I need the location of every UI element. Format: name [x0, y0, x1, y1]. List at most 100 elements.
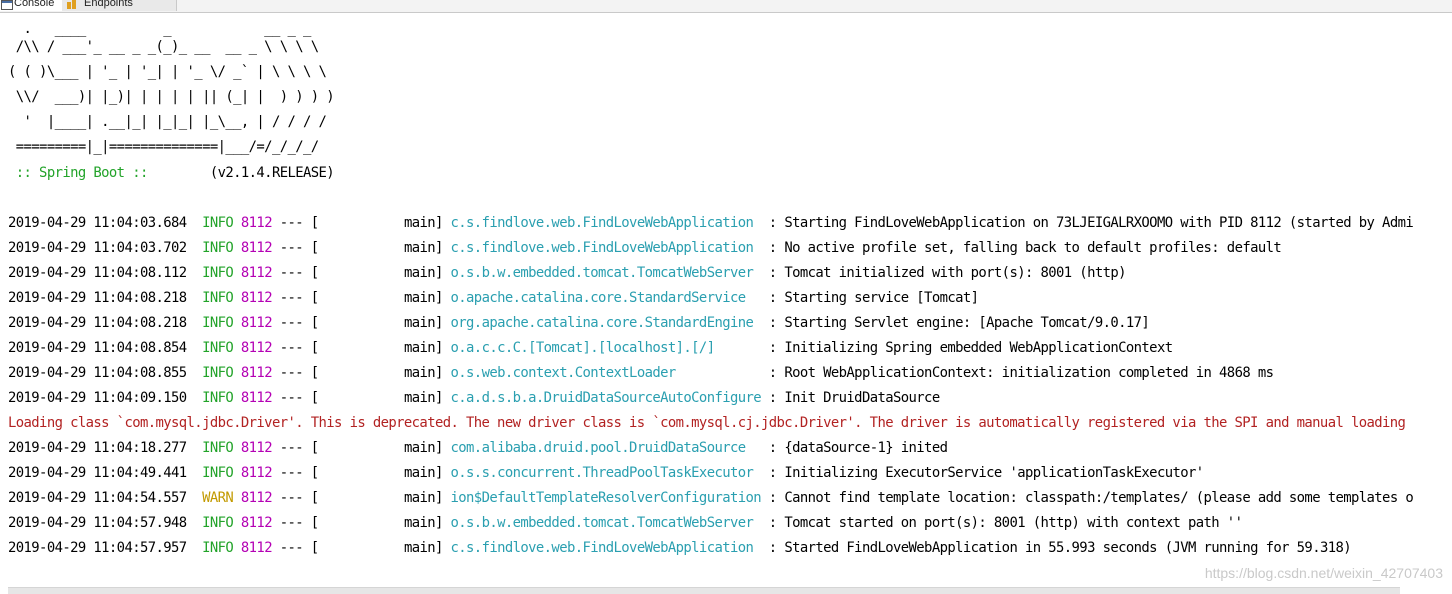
log-level: WARN — [202, 490, 234, 506]
log-timestamp: 2019-04-29 11:04:08.218 — [8, 290, 187, 306]
log-pid: 8112 — [240, 390, 273, 406]
log-timestamp: 2019-04-29 11:04:08.218 — [8, 315, 187, 331]
log-pid: 8112 — [240, 315, 273, 331]
log-logger: com.alibaba.druid.pool.DruidDataSource — [450, 440, 762, 456]
log-level: INFO — [202, 290, 234, 306]
log-pid: 8112 — [240, 465, 273, 481]
log-line: 2019-04-29 11:04:03.702 INFO 8112 --- [ … — [8, 236, 1282, 261]
log-logger: o.s.b.w.embedded.tomcat.TomcatWebServer — [450, 515, 762, 531]
log-line: 2019-04-29 11:04:09.150 INFO 8112 --- [ … — [8, 386, 940, 411]
log-message: : Init DruidDataSource — [761, 390, 940, 406]
banner-line: /\\ / ___'_ __ _ _(_)_ __ __ _ \ \ \ \ — [8, 39, 319, 55]
log-message: : No active profile set, falling back to… — [761, 240, 1282, 256]
log-thread: --- [ main] — [271, 365, 451, 381]
log-level: INFO — [202, 340, 234, 356]
log-message: : Starting service [Tomcat] — [761, 290, 979, 306]
view-tab-bar: Console Endpoints — [0, 0, 1452, 13]
log-message: : Started FindLoveWebApplication in 55.9… — [761, 540, 1352, 556]
log-logger: c.s.findlove.web.FindLoveWebApplication — [450, 540, 762, 556]
log-message: : Root WebApplicationContext: initializa… — [761, 365, 1274, 381]
log-message: : Tomcat initialized with port(s): 8001 … — [761, 265, 1127, 281]
log-pid: 8112 — [240, 340, 273, 356]
log-level: INFO — [202, 465, 234, 481]
log-pid: 8112 — [240, 440, 273, 456]
watermark: https://blog.csdn.net/weixin_42707403 — [1204, 565, 1443, 581]
tab-endpoints[interactable]: Endpoints — [62, 0, 177, 11]
banner-line: ' |____| .__|_| |_|_| |_\__, | / / / / — [8, 114, 327, 130]
deprecation-warning-line: Loading class `com.mysql.jdbc.Driver'. T… — [8, 415, 1406, 431]
log-logger: o.apache.catalina.core.StandardService — [450, 290, 762, 306]
log-line: 2019-04-29 11:04:18.277 INFO 8112 --- [ … — [8, 436, 948, 461]
log-pid: 8112 — [240, 290, 273, 306]
log-thread: --- [ main] — [271, 240, 451, 256]
log-line: 2019-04-29 11:04:08.112 INFO 8112 --- [ … — [8, 261, 1126, 286]
banner-line: \\/ ___)| |_)| | | | | || (_| | ) ) ) ) — [8, 89, 335, 105]
log-message: : Initializing Spring embedded WebApplic… — [761, 340, 1173, 356]
log-logger: c.a.d.s.b.a.DruidDataSourceAutoConfigure — [450, 390, 762, 406]
log-level: INFO — [202, 240, 234, 256]
log-level: INFO — [202, 515, 234, 531]
log-timestamp: 2019-04-29 11:04:09.150 — [8, 390, 187, 406]
log-thread: --- [ main] — [271, 540, 451, 556]
spring-boot-version-line: :: Spring Boot :: (v2.1.4.RELEASE) — [8, 161, 335, 186]
log-message: : Cannot find template location: classpa… — [761, 490, 1414, 506]
log-line: 2019-04-29 11:04:57.948 INFO 8112 --- [ … — [8, 511, 1243, 536]
log-message: : {dataSource-1} inited — [761, 440, 948, 456]
log-thread: --- [ main] — [271, 390, 451, 406]
log-timestamp: 2019-04-29 11:04:08.854 — [8, 340, 187, 356]
log-line: 2019-04-29 11:04:54.557 WARN 8112 --- [ … — [8, 486, 1414, 511]
log-timestamp: 2019-04-29 11:04:03.702 — [8, 240, 187, 256]
log-logger: org.apache.catalina.core.StandardEngine — [450, 315, 762, 331]
log-pid: 8112 — [240, 265, 273, 281]
log-timestamp: 2019-04-29 11:04:08.855 — [8, 365, 187, 381]
log-thread: --- [ main] — [271, 515, 451, 531]
log-thread: --- [ main] — [271, 215, 451, 231]
log-level: INFO — [202, 265, 234, 281]
log-logger: o.s.b.w.embedded.tomcat.TomcatWebServer — [450, 265, 762, 281]
console-output[interactable]: . ____ _ __ _ _ /\\ / ___'_ __ _ _(_)_ _… — [0, 14, 1452, 590]
log-thread: --- [ main] — [271, 340, 451, 356]
log-timestamp: 2019-04-29 11:04:57.957 — [8, 540, 187, 556]
log-logger: c.s.findlove.web.FindLoveWebApplication — [450, 215, 762, 231]
log-thread: --- [ main] — [271, 315, 451, 331]
log-line: 2019-04-29 11:04:03.684 INFO 8112 --- [ … — [8, 211, 1414, 236]
log-pid: 8112 — [240, 365, 273, 381]
log-line: 2019-04-29 11:04:49.441 INFO 8112 --- [ … — [8, 461, 1204, 486]
log-logger: o.a.c.c.C.[Tomcat].[localhost].[/] — [450, 340, 762, 356]
log-timestamp: 2019-04-29 11:04:08.112 — [8, 265, 187, 281]
log-thread: --- [ main] — [271, 490, 451, 506]
log-pid: 8112 — [240, 540, 273, 556]
log-thread: --- [ main] — [271, 440, 451, 456]
log-timestamp: 2019-04-29 11:04:49.441 — [8, 465, 187, 481]
log-timestamp: 2019-04-29 11:04:54.557 — [8, 490, 187, 506]
log-message: : Starting Servlet engine: [Apache Tomca… — [761, 315, 1150, 331]
log-level: INFO — [202, 540, 234, 556]
log-line: 2019-04-29 11:04:57.957 INFO 8112 --- [ … — [8, 536, 1352, 561]
log-thread: --- [ main] — [271, 465, 451, 481]
log-timestamp: 2019-04-29 11:04:18.277 — [8, 440, 187, 456]
banner-line: ( ( )\___ | '_ | '_| | '_ \/ _` | \ \ \ … — [8, 64, 327, 80]
log-level: INFO — [202, 365, 234, 381]
log-message: : Starting FindLoveWebApplication on 73L… — [761, 215, 1414, 231]
log-thread: --- [ main] — [271, 290, 451, 306]
log-logger: o.s.web.context.ContextLoader — [450, 365, 762, 381]
log-timestamp: 2019-04-29 11:04:57.948 — [8, 515, 187, 531]
console-icon — [1, 0, 13, 10]
log-level: INFO — [202, 315, 234, 331]
log-logger: ion$DefaultTemplateResolverConfiguration — [450, 490, 762, 506]
tab-endpoints-label: Endpoints — [84, 0, 133, 9]
log-thread: --- [ main] — [271, 265, 451, 281]
tab-console-label: Console — [14, 0, 55, 9]
log-line: 2019-04-29 11:04:08.218 INFO 8112 --- [ … — [8, 311, 1150, 336]
log-timestamp: 2019-04-29 11:04:03.684 — [8, 215, 187, 231]
log-pid: 8112 — [240, 490, 273, 506]
log-message: : Initializing ExecutorService 'applicat… — [761, 465, 1204, 481]
log-pid: 8112 — [240, 215, 273, 231]
endpoints-icon — [66, 0, 78, 9]
log-pid: 8112 — [240, 240, 273, 256]
log-level: INFO — [202, 440, 234, 456]
banner-line: =========|_|==============|___/=/_/_/_/ — [8, 139, 319, 155]
log-line: 2019-04-29 11:04:08.218 INFO 8112 --- [ … — [8, 286, 979, 311]
log-logger: c.s.findlove.web.FindLoveWebApplication — [450, 240, 762, 256]
log-message: : Tomcat started on port(s): 8001 (http)… — [761, 515, 1243, 531]
